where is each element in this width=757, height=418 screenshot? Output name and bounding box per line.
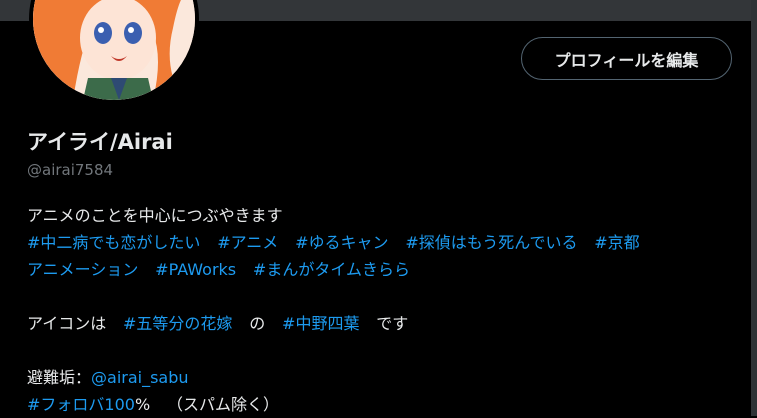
user-handle: @airai7584 xyxy=(27,161,114,179)
evacuation-label: 避難垢： xyxy=(27,368,92,387)
percent-sign: % xyxy=(134,395,151,414)
bio-hashtag-row-2: アニメーション #PAWorks #まんがタイムきらら xyxy=(27,256,742,283)
hashtag-link[interactable]: #京都 xyxy=(594,233,639,252)
display-name: アイライ/Airai xyxy=(27,130,173,154)
bio-spacer xyxy=(27,283,742,310)
hashtag-link[interactable]: #フォロバ100 xyxy=(27,395,135,414)
icon-line-suffix: です xyxy=(376,314,409,333)
hashtag-link[interactable]: #探偵はもう死んでいる xyxy=(405,233,577,252)
avatar-image xyxy=(33,0,195,100)
profile-bio: アニメのことを中心につぶやきます #中二病でも恋がしたい #アニメ #ゆるキャン #探… xyxy=(27,202,742,418)
bio-hashtag-row: #中二病でも恋がしたい #アニメ #ゆるキャン #探偵はもう死んでいる #京都 xyxy=(27,229,742,256)
edit-profile-button[interactable]: プロフィールを編集 xyxy=(521,37,732,80)
hashtag-link[interactable]: #中二病でも恋がしたい xyxy=(27,233,200,252)
bio-follow-back-line: #フォロバ100% （スパム除く） xyxy=(27,391,742,418)
follow-back-note: （スパム除く） xyxy=(166,395,279,414)
hashtag-link-continued[interactable]: アニメーション xyxy=(27,260,138,279)
bio-line-intro: アニメのことを中心につぶやきます xyxy=(27,206,283,225)
bio-evacuation-line: 避難垢：@airai_sabu xyxy=(27,364,742,391)
hashtag-link[interactable]: #中野四葉 xyxy=(282,314,359,333)
avatar[interactable] xyxy=(29,0,199,104)
bio-spacer xyxy=(27,337,742,364)
hashtag-link[interactable]: #アニメ xyxy=(217,233,278,252)
hashtag-link[interactable]: #ゆるキャン xyxy=(295,233,388,252)
hashtag-link[interactable]: #五等分の花嫁 xyxy=(123,314,232,333)
bio-icon-line: アイコンは #五等分の花嫁の #中野四葉 です xyxy=(27,310,742,337)
hashtag-link[interactable]: #まんがタイムきらら xyxy=(253,260,410,279)
icon-line-middle: の xyxy=(249,314,266,333)
icon-line-prefix: アイコンは xyxy=(27,314,107,333)
mention-link[interactable]: @airai_sabu xyxy=(91,368,189,387)
column-border xyxy=(751,0,757,416)
hashtag-link[interactable]: #PAWorks xyxy=(155,260,236,279)
